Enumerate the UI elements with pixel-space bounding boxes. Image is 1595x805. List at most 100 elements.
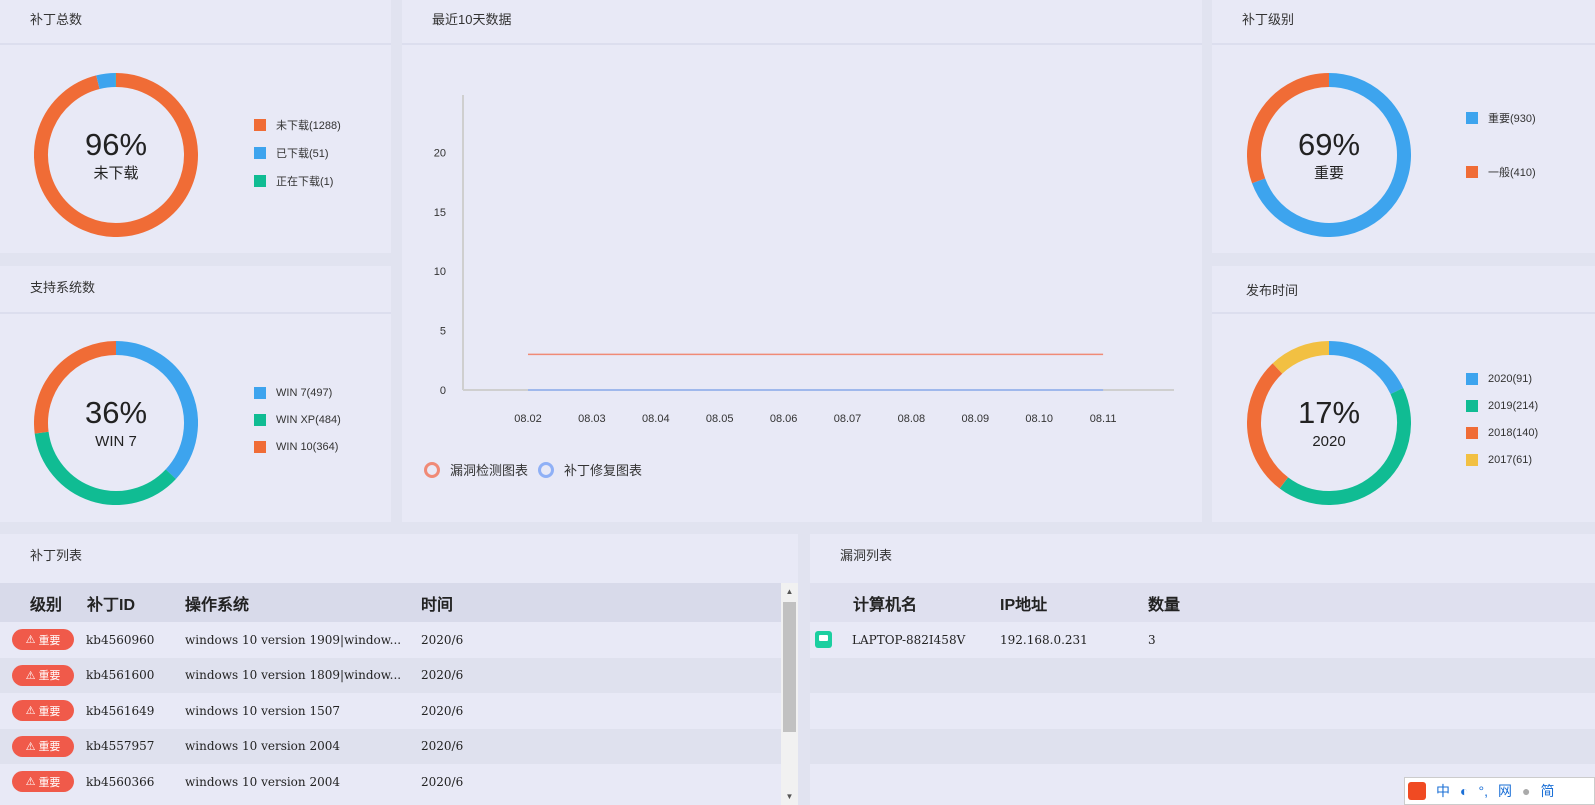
col-computer-name[interactable]: 计算机名 [853, 591, 917, 615]
x-tick-label: 08.05 [706, 413, 734, 425]
patch-level-percent: 69% [1297, 127, 1361, 162]
legend-label: 2018(140) [1488, 427, 1539, 439]
legend-repair-label: 补丁修复图表 [564, 463, 643, 478]
x-tick-label: 08.11 [1090, 413, 1117, 425]
ime-logo-icon[interactable] [1408, 782, 1426, 800]
patch-list-scrollbar[interactable]: ▲ ▼ [781, 583, 798, 805]
legend-detect-label: 漏洞检测图表 [450, 463, 529, 478]
ime-simplified[interactable]: 简 [1540, 781, 1554, 801]
legend-item[interactable]: WIN XP(484) [254, 413, 341, 427]
table-row [810, 693, 1595, 728]
ime-user-icon[interactable]: ● [1522, 783, 1530, 799]
scroll-down-icon[interactable]: ▼ [781, 788, 798, 805]
legend-item[interactable]: 正在下载(1) [254, 174, 341, 188]
vuln-list-header: 计算机名 IP地址 数量 [810, 583, 1595, 622]
table-row[interactable]: ⚠ 重要 kb4560366 windows 10 version 2004 2020/… [0, 764, 781, 799]
legend-item[interactable]: 重要(930) [1466, 111, 1536, 125]
legend-item[interactable]: 一般(410) [1466, 165, 1536, 179]
legend-swatch [254, 441, 266, 453]
legend-item[interactable]: 已下载(51) [254, 146, 341, 160]
ime-lang[interactable]: 中 [1436, 781, 1450, 801]
legend-item[interactable]: 2017(61) [1466, 453, 1538, 467]
table-row[interactable]: ⚠ 重要 kb4561600 windows 10 version 1809|wind… [0, 657, 781, 693]
patch-id: kb4561600 [86, 668, 155, 682]
legend-label: WIN XP(484) [276, 414, 341, 426]
legend-item[interactable]: 2018(140) [1466, 426, 1538, 440]
patch-time: 2020/6 [421, 703, 464, 718]
patch-os: windows 10 version 2004 [185, 739, 340, 753]
warning-icon: ⚠ [25, 669, 36, 682]
x-tick-label: 08.08 [898, 413, 926, 425]
release-time-title: 发布时间 [1212, 266, 1595, 314]
legend-label: 2019(214) [1488, 400, 1539, 412]
release-time-label: 2020 [1312, 433, 1346, 450]
legend-item[interactable]: 2019(214) [1466, 399, 1538, 413]
col-patch-id[interactable]: 补丁ID [87, 591, 135, 615]
y-tick-label: 10 [434, 266, 446, 278]
table-row[interactable]: ⚠ 重要 kb4560960 windows 10 version 1909|wind… [0, 622, 781, 657]
ime-web[interactable]: 网 [1498, 781, 1512, 801]
warning-icon: ⚠ [25, 740, 36, 753]
level-badge: ⚠ 重要 [12, 664, 74, 686]
legend-swatch [1466, 166, 1478, 178]
col-ip[interactable]: IP地址 [1000, 591, 1047, 615]
patch-id: kb4560960 [86, 632, 155, 647]
computer-ip: 192.168.0.231 [1000, 632, 1088, 647]
level-badge: ⚠ 重要 [12, 735, 74, 757]
legend-label: WIN 7(497) [276, 387, 333, 399]
patch-os: windows 10 version 2004 [185, 774, 340, 789]
legend-item[interactable]: 2020(91) [1466, 372, 1538, 386]
legend-label: 一般(410) [1488, 167, 1536, 179]
x-tick-label: 08.04 [642, 413, 670, 425]
col-count[interactable]: 数量 [1148, 591, 1180, 615]
patch-total-percent: 96% [84, 127, 148, 162]
x-tick-label: 08.02 [514, 413, 542, 425]
table-row[interactable]: ⚠ 重要 kb4561649 windows 10 version 1507 2020/… [0, 693, 781, 728]
warning-icon: ⚠ [25, 776, 36, 788]
table-row[interactable]: ⚠ 重要 kb4557957 windows 10 version 2004 2020/… [0, 728, 781, 764]
level-badge: ⚠ 重要 [12, 700, 74, 721]
x-tick-label: 08.10 [1025, 413, 1053, 425]
legend-repair[interactable]: 补丁修复图表 [538, 460, 642, 479]
legend-repair-marker [538, 461, 555, 478]
level-badge-text: 重要 [38, 705, 61, 718]
patch-time: 2020/6 [421, 774, 464, 789]
patch-os: windows 10 version 1809|window... [185, 668, 402, 682]
legend-label: 2020(91) [1488, 373, 1533, 385]
legend-swatch [1466, 373, 1478, 385]
y-tick-label: 0 [440, 385, 446, 397]
ime-punct-icon[interactable]: °, [1478, 783, 1488, 799]
supported-systems-title: 支持系统数 [0, 266, 391, 314]
patch-level-title: 补丁级别 [1212, 0, 1595, 45]
patch-time: 2020/6 [421, 668, 464, 682]
recent-data-title: 最近10天数据 [402, 0, 1202, 45]
release-time-percent: 17% [1297, 395, 1361, 430]
legend-label: 已下载(51) [276, 148, 329, 160]
legend-swatch [254, 387, 266, 399]
ime-moon-icon[interactable]: ◐ [1460, 783, 1468, 799]
supported-systems-legend: WIN 7(497) WIN XP(484) WIN 10(364) [254, 386, 341, 454]
col-time[interactable]: 时间 [421, 591, 453, 615]
legend-item[interactable]: WIN 7(497) [254, 386, 341, 400]
legend-detect[interactable]: 漏洞检测图表 [424, 460, 528, 479]
legend-swatch [254, 414, 266, 426]
legend-label: 正在下载(1) [276, 176, 334, 188]
col-os[interactable]: 操作系统 [185, 591, 249, 615]
legend-swatch [1466, 112, 1478, 124]
legend-item[interactable]: 未下载(1288) [254, 118, 341, 132]
scroll-thumb[interactable] [783, 602, 796, 732]
legend-swatch [1466, 427, 1478, 439]
legend-item[interactable]: WIN 10(364) [254, 440, 341, 454]
level-badge: ⚠ 重要 [12, 629, 74, 650]
legend-swatch [254, 147, 266, 159]
col-level[interactable]: 级别 [30, 591, 62, 615]
x-tick-label: 08.09 [962, 413, 990, 425]
supported-systems-label: WIN 7 [95, 433, 137, 450]
ime-toolbar[interactable]: 中 ◐ °, 网 ● 简 [1404, 777, 1595, 805]
legend-detect-marker [424, 461, 440, 478]
level-badge-text: 重要 [38, 776, 61, 789]
table-row [810, 728, 1595, 764]
x-tick-label: 08.03 [578, 413, 606, 425]
table-row[interactable]: LAPTOP-882I458V 192.168.0.231 3 [810, 622, 1595, 657]
scroll-up-icon[interactable]: ▲ [781, 583, 798, 600]
